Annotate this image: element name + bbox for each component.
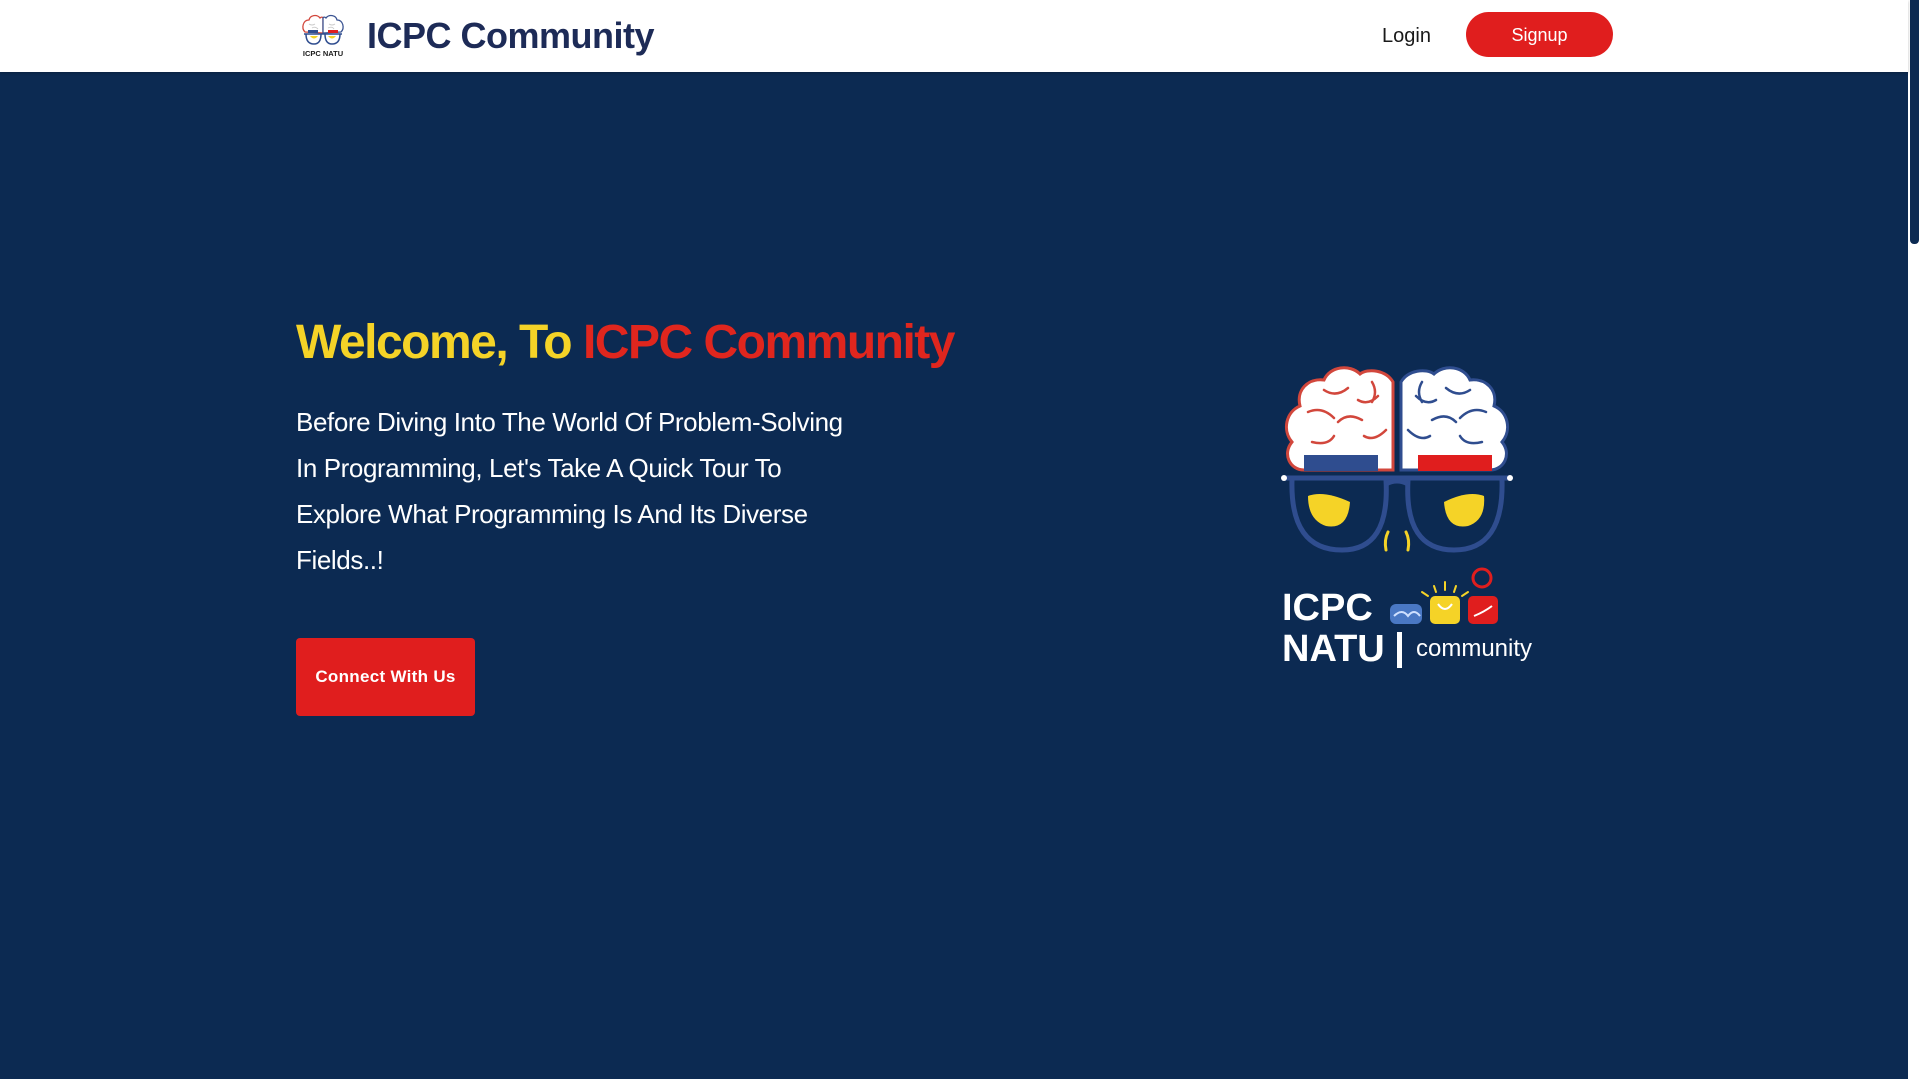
top-navbar: ICPC NATU ICPC Community Login Signup: [0, 0, 1908, 72]
handshake-icon: [1390, 604, 1422, 624]
logo-text-natu: NATU: [1282, 628, 1385, 670]
hero-heading: Welcome, To ICPC Community: [296, 314, 956, 372]
logo-separator: [1397, 632, 1402, 668]
svg-text:ICPC NATU: ICPC NATU: [303, 49, 343, 58]
login-link[interactable]: Login: [1382, 22, 1431, 50]
hero-description: Before Diving Into The World Of Problem-…: [296, 407, 843, 575]
signup-button[interactable]: Signup: [1466, 12, 1613, 57]
hero-heading-welcome: Welcome, To: [296, 316, 573, 369]
logo-text-community: community: [1416, 635, 1533, 662]
hero-heading-community: ICPC Community: [582, 316, 956, 369]
connect-with-us-button[interactable]: Connect With Us: [296, 638, 475, 716]
logo-text-icpc: ICPC: [1282, 587, 1373, 629]
brand-title[interactable]: ICPC Community: [367, 14, 655, 58]
lightbulb-icon: [1421, 581, 1469, 624]
icpc-brain-logo-icon[interactable]: ICPC NATU: [298, 10, 348, 60]
pin-icon: [1468, 567, 1498, 624]
scrollbar-thumb[interactable]: [1910, 0, 1919, 244]
